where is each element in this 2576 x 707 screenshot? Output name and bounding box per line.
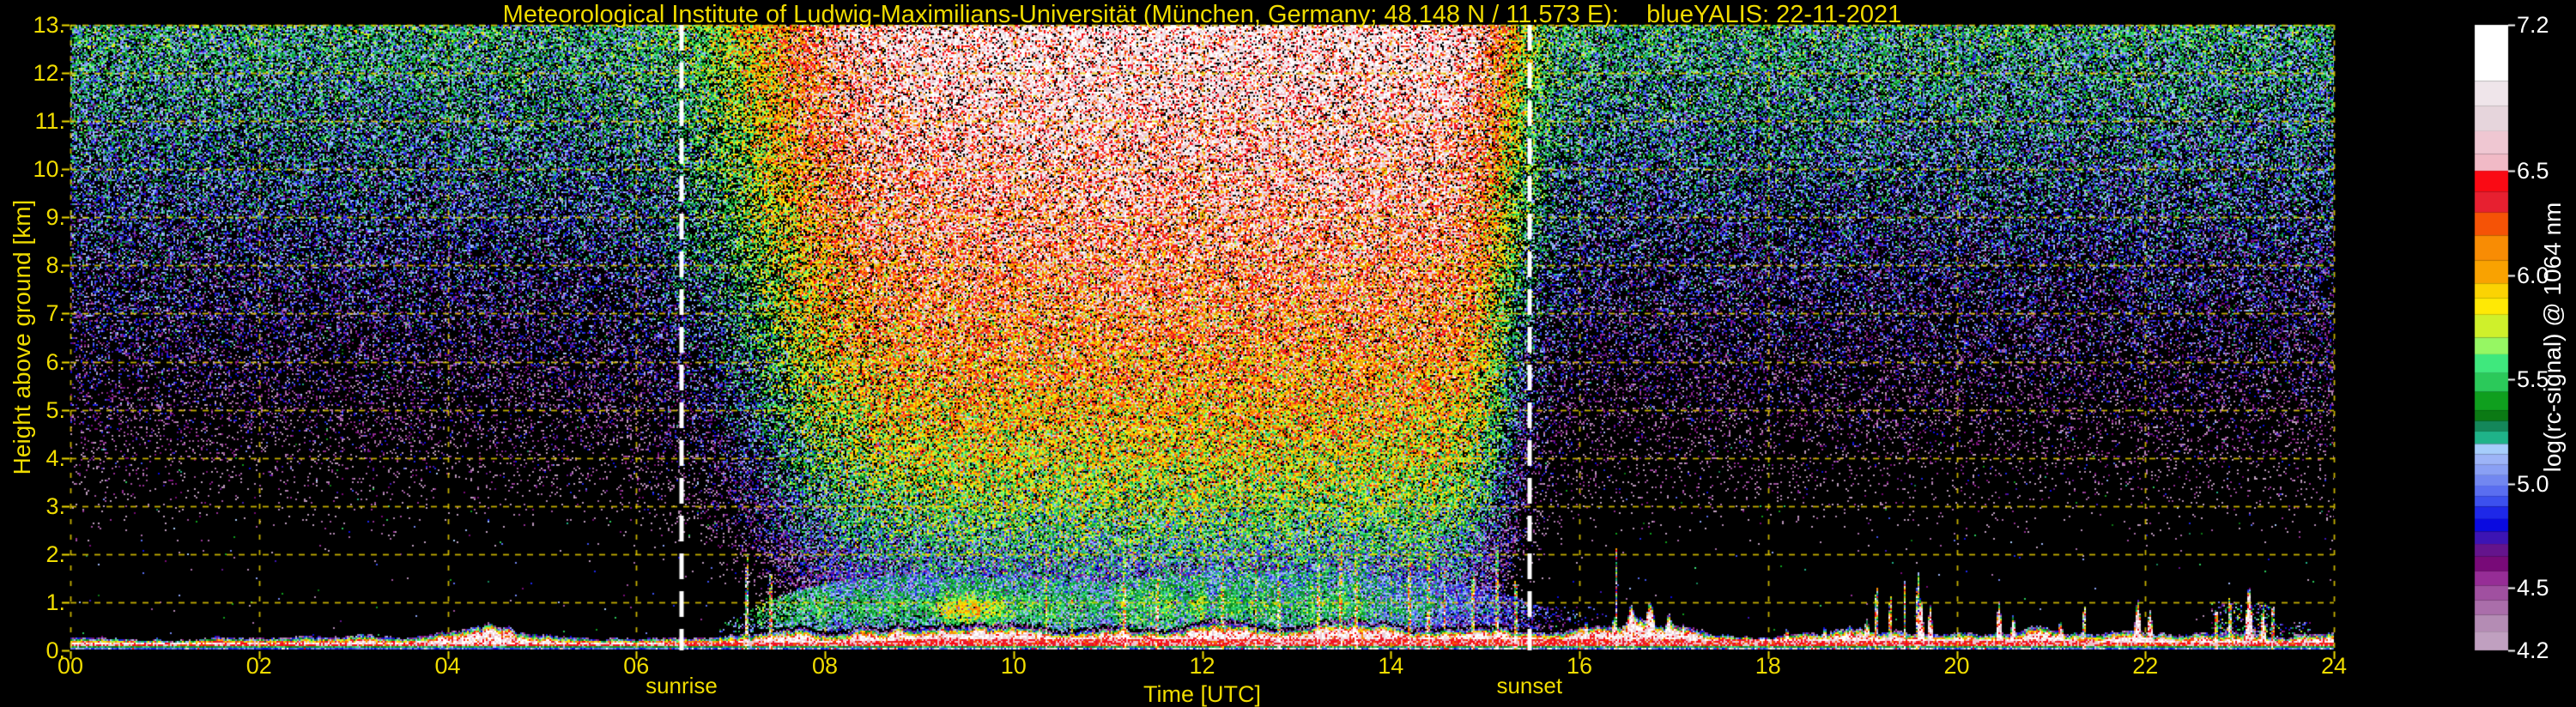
page-title: Meteorological Institute of Ludwig-Maxim… bbox=[502, 1, 1902, 28]
x-tick-label: 16 bbox=[1566, 653, 1593, 679]
y-tick-label: 12. bbox=[33, 60, 65, 87]
x-tick-label: 04 bbox=[434, 653, 461, 679]
x-tick-label: 08 bbox=[811, 653, 839, 679]
colorbar-tick-label: 5.5 bbox=[2517, 366, 2549, 393]
y-tick-label: 2. bbox=[45, 541, 65, 567]
y-tick-label: 3. bbox=[45, 492, 65, 519]
colorbar-title: log(rc-signal) @ 1064 nm bbox=[2539, 202, 2566, 473]
y-tick-label: 10. bbox=[33, 156, 65, 183]
colorbar-tick-label: 5.0 bbox=[2517, 470, 2549, 497]
colorbar-tick-label: 4.5 bbox=[2517, 575, 2549, 601]
x-tick-label: 24 bbox=[2320, 653, 2348, 679]
y-tick-label: 11. bbox=[34, 108, 65, 135]
y-axis-title: Height above ground [km] bbox=[9, 199, 35, 475]
x-tick-label: 02 bbox=[245, 653, 272, 679]
y-tick-label: 13. bbox=[33, 12, 65, 38]
y-tick-label: 9. bbox=[45, 204, 65, 231]
x-tick-label: 18 bbox=[1755, 653, 1781, 679]
y-tick-label: 5. bbox=[45, 396, 65, 423]
colorbar-tick-label: 6.5 bbox=[2517, 158, 2549, 184]
y-tick-label: 7. bbox=[45, 300, 65, 327]
x-axis-title: Time [UTC] bbox=[1143, 681, 1261, 707]
x-tick-label: 20 bbox=[1943, 653, 1970, 679]
x-tick-label: 12 bbox=[1189, 653, 1215, 679]
colorbar-tick-label: 6.0 bbox=[2517, 262, 2549, 288]
y-tick-label: 6. bbox=[45, 348, 65, 375]
x-tick-label: 06 bbox=[623, 653, 650, 679]
x-tick-label: 22 bbox=[2132, 653, 2159, 679]
lidar-heatmap-canvas bbox=[0, 0, 2576, 707]
x-tick-label: 10 bbox=[1000, 653, 1027, 679]
lidar-quicklook-page: Meteorological Institute of Ludwig-Maxim… bbox=[0, 0, 2576, 707]
x-tick-label: 14 bbox=[1378, 653, 1404, 679]
x-tick-label: 00 bbox=[57, 653, 84, 679]
colorbar-tick-label: 7.2 bbox=[2517, 12, 2549, 38]
y-tick-label: 1. bbox=[45, 589, 65, 615]
colorbar-tick-label: 4.2 bbox=[2517, 638, 2549, 663]
y-tick-label: 8. bbox=[45, 252, 65, 279]
y-tick-label: 4. bbox=[45, 444, 65, 471]
